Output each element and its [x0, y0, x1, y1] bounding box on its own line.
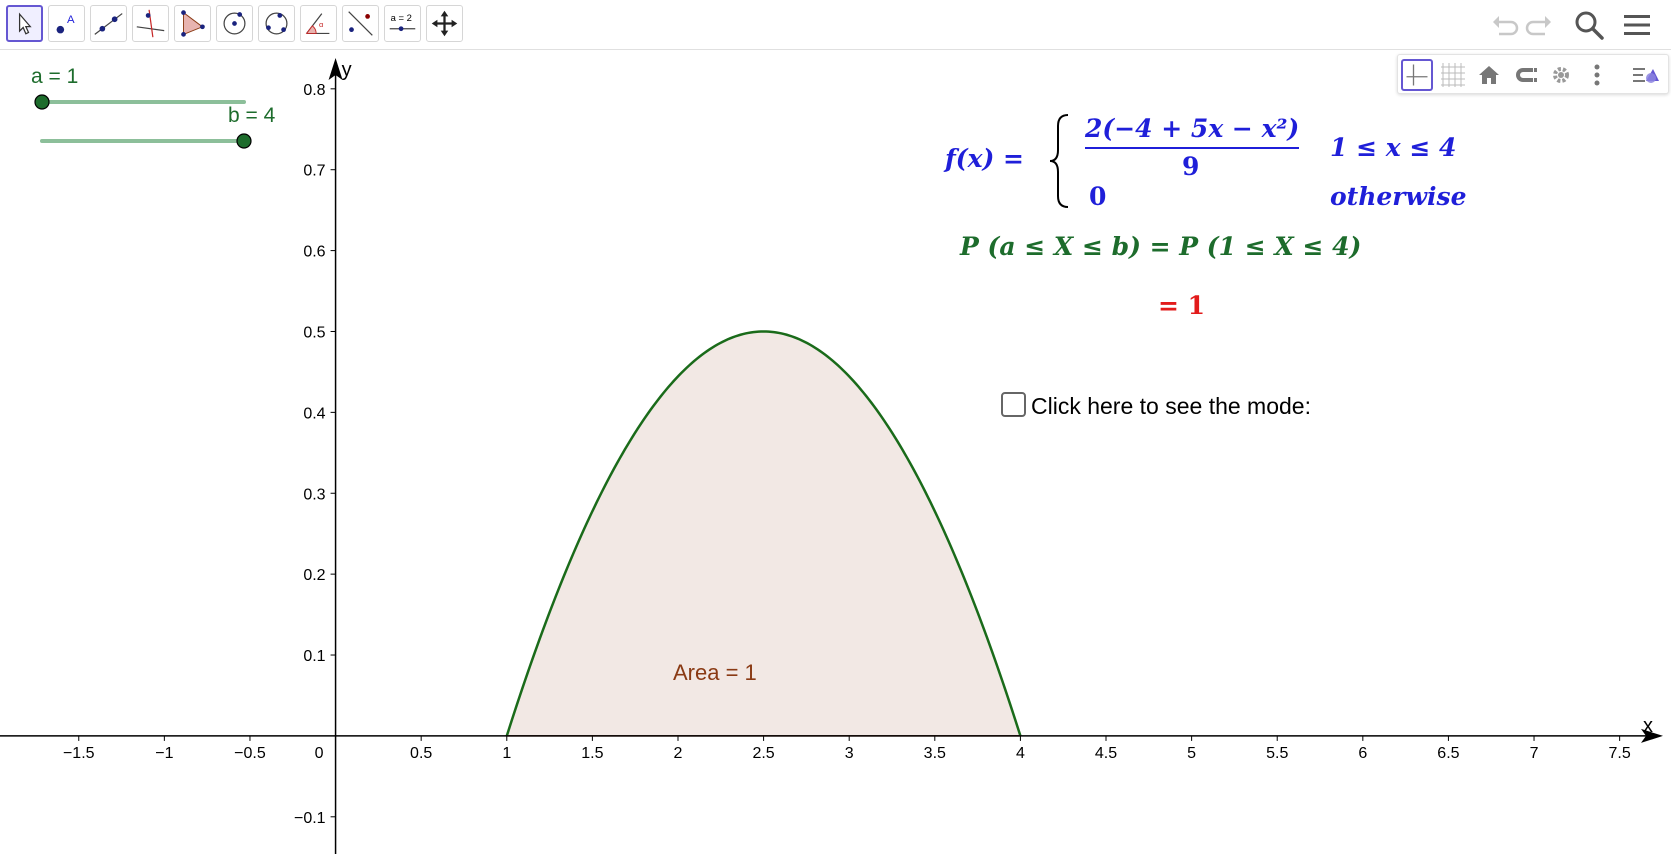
- graphics-view[interactable]: 0.8 0.7 0.6 0.5 0.4 0.3 0.2 0.1 −0.1 −1.5 −1 −0.5 0…: [0, 50, 1671, 854]
- case1-denominator: 9: [1182, 152, 1200, 181]
- x-tick-label: 5.5: [1266, 745, 1288, 762]
- case2-value: 0: [1089, 182, 1107, 211]
- graphics-style-bar: [1397, 54, 1669, 94]
- angle-tool-button[interactable]: α: [300, 5, 337, 42]
- more-options-button[interactable]: [1581, 59, 1613, 91]
- x-tick-label: 1: [502, 745, 511, 762]
- x-tick-label: 7.5: [1609, 745, 1631, 762]
- y-tick-label: 0.6: [303, 244, 325, 261]
- mode-checkbox[interactable]: [1001, 392, 1026, 417]
- perpendicular-tool-button[interactable]: [132, 5, 169, 42]
- polygon-tool-button[interactable]: [174, 5, 211, 42]
- case1-numerator: 2(−4 + 5x − x²): [1085, 114, 1300, 143]
- svg-text:α: α: [319, 20, 324, 29]
- x-tick-label: 4.5: [1095, 745, 1117, 762]
- x-tick-label: 0.5: [410, 745, 432, 762]
- x-tick-label: 5: [1187, 745, 1196, 762]
- y-tick-label: 0.4: [303, 405, 325, 422]
- x-tick-label: 1.5: [581, 745, 603, 762]
- x-tick-label: 3.5: [924, 745, 946, 762]
- axes-toggle-button[interactable]: [1401, 59, 1433, 91]
- y-tick-label: 0.1: [303, 648, 325, 665]
- y-tick-label: 0.8: [303, 82, 325, 99]
- search-icon[interactable]: [1572, 8, 1606, 42]
- y-axis-label: y: [342, 59, 352, 81]
- x-tick-label: 3: [845, 745, 854, 762]
- circle-center-tool-button[interactable]: [216, 5, 253, 42]
- point-capturing-button[interactable]: [1509, 59, 1541, 91]
- toolbar: A α a = 2: [0, 0, 1671, 50]
- undo-icon[interactable]: [1487, 8, 1521, 42]
- x-tick-label: 4: [1016, 745, 1025, 762]
- reflect-tool-button[interactable]: [342, 5, 379, 42]
- x-tick-label: −1.5: [63, 745, 95, 762]
- slider-tool-label: a = 2: [391, 13, 412, 24]
- x-tick-label: 6: [1358, 745, 1367, 762]
- menu-icon[interactable]: [1620, 8, 1654, 42]
- point-tool-button[interactable]: A: [48, 5, 85, 42]
- line-tool-button[interactable]: [90, 5, 127, 42]
- svg-text:A: A: [67, 14, 75, 26]
- move-graphics-view-tool-button[interactable]: [426, 5, 463, 42]
- fraction-bar: [1085, 147, 1299, 149]
- y-tick-label: 0.7: [303, 163, 325, 180]
- slider-b-knob[interactable]: [236, 133, 252, 149]
- f-lhs: f(x) =: [945, 144, 1024, 173]
- area-fill: [506, 331, 1021, 736]
- redo-icon[interactable]: [1523, 8, 1557, 42]
- settings-button[interactable]: [1545, 59, 1577, 91]
- probability-expression: P (a ≤ X ≤ b) = P (1 ≤ X ≤ 4): [960, 232, 1362, 261]
- toggle-style-bar-button[interactable]: [1630, 59, 1662, 91]
- x-tick-label: 6.5: [1437, 745, 1459, 762]
- mode-checkbox-label[interactable]: Click here to see the mode:: [1031, 393, 1311, 420]
- x-tick-label: 2: [674, 745, 683, 762]
- y-tick-label: 0.3: [303, 486, 325, 503]
- x-tick-label: −0.5: [234, 745, 266, 762]
- case2-condition: otherwise: [1330, 182, 1467, 211]
- grid-toggle-button[interactable]: [1437, 59, 1469, 91]
- move-tool-button[interactable]: [6, 5, 43, 42]
- piecewise-brace: [1049, 114, 1069, 208]
- slider-a-label: a = 1: [31, 65, 79, 88]
- slider-b-label: b = 4: [228, 104, 276, 127]
- slider-a-knob[interactable]: [34, 94, 50, 110]
- y-tick-label: 0.2: [303, 567, 325, 584]
- x-axis-label: x: [1643, 715, 1653, 737]
- case1-condition: 1 ≤ x ≤ 4: [1330, 133, 1457, 162]
- area-label: Area = 1: [673, 660, 757, 685]
- probability-result: = 1: [1158, 291, 1206, 320]
- x-tick-label: 7: [1530, 745, 1539, 762]
- x-tick-label: 2.5: [752, 745, 774, 762]
- slider-tool-button[interactable]: a = 2: [384, 5, 421, 42]
- circle-three-points-tool-button[interactable]: [258, 5, 295, 42]
- y-tick-label: −0.1: [294, 810, 326, 827]
- y-tick-label: 0.5: [303, 324, 325, 341]
- x-tick-label: 0: [315, 745, 324, 762]
- home-button[interactable]: [1473, 59, 1505, 91]
- x-tick-label: −1: [155, 745, 173, 762]
